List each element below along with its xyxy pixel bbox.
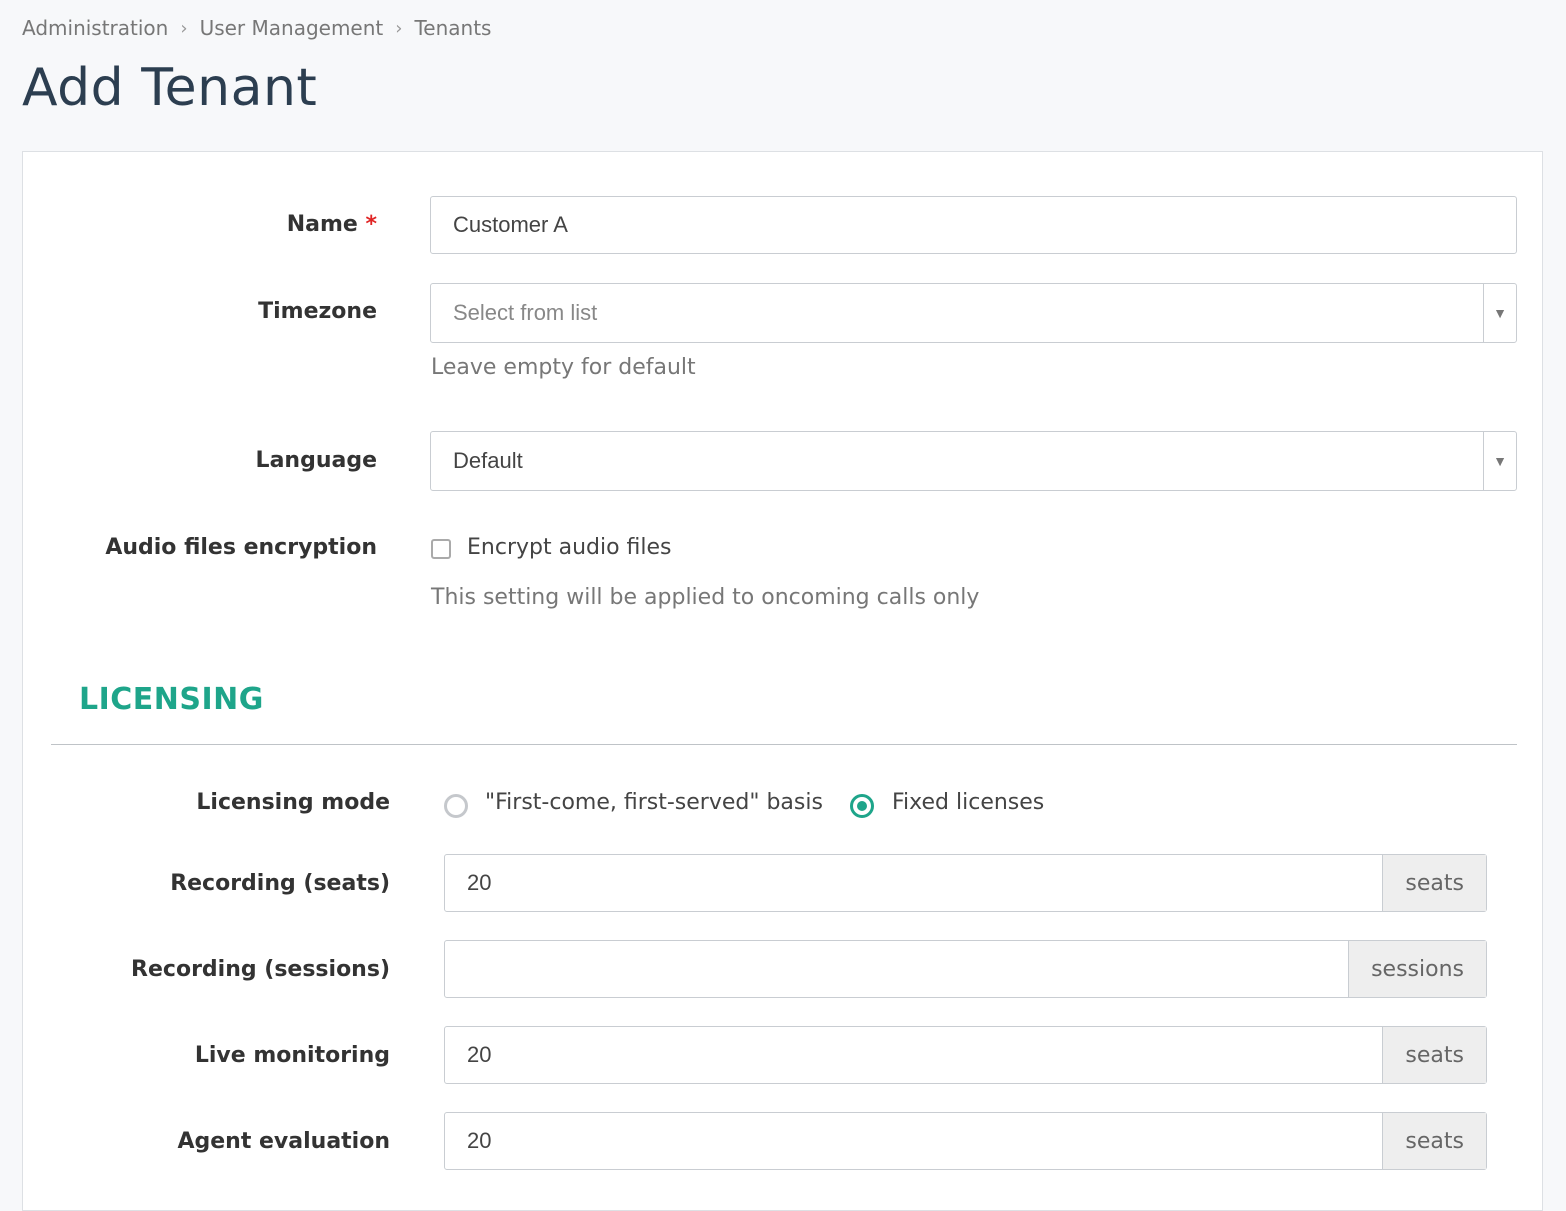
breadcrumb: Administration › User Management › Tenan… <box>22 16 491 40</box>
breadcrumb-administration[interactable]: Administration <box>22 16 168 40</box>
agent-evaluation-label: Agent evaluation <box>177 1129 390 1154</box>
recording-sessions-group: sessions <box>444 940 1487 998</box>
required-mark: * <box>365 212 377 237</box>
chevron-right-icon: › <box>395 17 403 39</box>
caret-down-icon[interactable]: ▼ <box>1483 284 1516 342</box>
language-label: Language <box>255 448 377 473</box>
agent-evaluation-unit: seats <box>1382 1113 1486 1169</box>
breadcrumb-tenants[interactable]: Tenants <box>414 16 491 40</box>
add-tenant-form: Name * Customer A Timezone Select from l… <box>22 151 1543 1211</box>
agent-evaluation-group: 20 seats <box>444 1112 1487 1170</box>
recording-seats-input[interactable]: 20 <box>445 855 1382 911</box>
timezone-select[interactable]: Select from list ▼ <box>430 283 1517 343</box>
recording-seats-group: 20 seats <box>444 854 1487 912</box>
timezone-placeholder: Select from list <box>453 300 598 325</box>
name-label: Name * <box>286 212 377 237</box>
recording-sessions-label: Recording (sessions) <box>131 957 390 982</box>
radio-first-come-label[interactable]: "First-come, first-served" basis <box>485 790 823 815</box>
timezone-help: Leave empty for default <box>431 355 696 380</box>
radio-fixed-licenses[interactable] <box>850 794 874 818</box>
audio-encryption-label: Audio files encryption <box>105 535 377 560</box>
live-monitoring-label: Live monitoring <box>194 1043 390 1068</box>
language-select[interactable]: Default ▼ <box>430 431 1517 491</box>
recording-sessions-unit: sessions <box>1348 941 1486 997</box>
live-monitoring-input[interactable]: 20 <box>445 1027 1382 1083</box>
language-value: Default <box>453 448 523 473</box>
recording-seats-unit: seats <box>1382 855 1486 911</box>
agent-evaluation-input[interactable]: 20 <box>445 1113 1382 1169</box>
radio-fixed-licenses-label[interactable]: Fixed licenses <box>892 790 1044 815</box>
encrypt-audio-label[interactable]: Encrypt audio files <box>467 535 672 560</box>
recording-seats-label: Recording (seats) <box>170 871 390 896</box>
licensing-section-title: LICENSING <box>79 682 264 717</box>
name-input[interactable]: Customer A <box>430 196 1517 254</box>
page-title: Add Tenant <box>22 58 318 118</box>
recording-sessions-input[interactable] <box>445 941 1348 997</box>
radio-first-come[interactable] <box>444 794 468 818</box>
licensing-mode-label: Licensing mode <box>196 790 390 815</box>
audio-encryption-help: This setting will be applied to oncoming… <box>431 585 980 610</box>
breadcrumb-user-management[interactable]: User Management <box>200 16 384 40</box>
encrypt-audio-checkbox[interactable] <box>431 539 451 559</box>
live-monitoring-unit: seats <box>1382 1027 1486 1083</box>
caret-down-icon[interactable]: ▼ <box>1483 432 1516 490</box>
timezone-label: Timezone <box>258 299 377 324</box>
live-monitoring-group: 20 seats <box>444 1026 1487 1084</box>
section-divider <box>51 744 1517 745</box>
chevron-right-icon: › <box>180 17 188 39</box>
